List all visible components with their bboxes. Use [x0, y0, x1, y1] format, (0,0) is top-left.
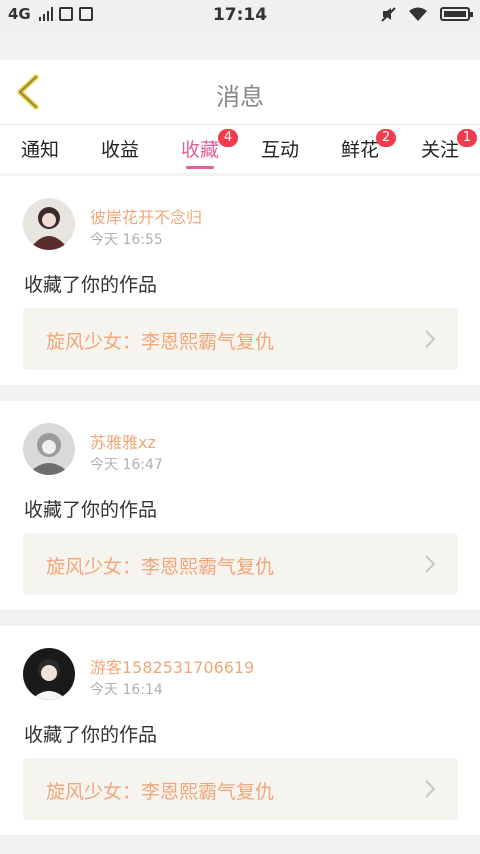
username[interactable]: 游客1582531706619 [90, 654, 254, 678]
flowers-badge: 2 [376, 129, 396, 147]
username[interactable]: 彼岸花开不念归 [90, 204, 202, 228]
tab-favorites[interactable]: 收藏 4 [160, 129, 240, 162]
tab-label: 关注 [420, 139, 459, 161]
tab-bar: 通知 收益 收藏 4 互动 鲜花 2 关注 1 [0, 125, 480, 173]
tab-label: 收益 [100, 139, 139, 161]
tab-interaction[interactable]: 互动 [240, 135, 320, 162]
follow-badge: 1 [457, 129, 477, 147]
work-link[interactable]: 旋风少女：李恩熙霸气复仇 [23, 758, 458, 820]
status-bar: 4G 17:14 [0, 0, 480, 30]
avatar[interactable] [23, 648, 75, 700]
timestamp: 今天 16:14 [90, 682, 163, 698]
tab-notice[interactable]: 通知 [0, 135, 80, 162]
tab-earnings[interactable]: 收益 [80, 135, 160, 162]
chevron-right-icon [425, 330, 436, 348]
status-right [380, 6, 473, 22]
tab-flowers[interactable]: 鲜花 2 [320, 129, 400, 162]
avatar[interactable] [23, 198, 75, 250]
timestamp: 今天 16:47 [90, 457, 163, 473]
work-link[interactable]: 旋风少女：李恩熙霸气复仇 [23, 308, 458, 370]
chevron-right-icon [425, 555, 436, 573]
work-title: 旋风少女：李恩熙霸气复仇 [46, 781, 275, 803]
tab-label: 收藏 [180, 139, 219, 161]
work-title: 旋风少女：李恩熙霸气复仇 [46, 556, 275, 578]
message-text: 收藏了你的作品 [24, 499, 158, 521]
tab-label: 鲜花 [340, 139, 379, 161]
work-title: 旋风少女：李恩熙霸气复仇 [46, 331, 275, 353]
tab-label: 通知 [20, 139, 59, 161]
wifi-icon [409, 7, 427, 21]
chevron-right-icon [425, 780, 436, 798]
active-tab-indicator [186, 166, 214, 169]
notification-card: 苏雅雅xz 今天 16:47 收藏了你的作品 旋风少女：李恩熙霸气复仇 [0, 401, 480, 610]
tab-follow[interactable]: 关注 1 [400, 129, 480, 162]
header: 消息 [0, 60, 480, 125]
timestamp: 今天 16:55 [90, 232, 163, 248]
username[interactable]: 苏雅雅xz [90, 429, 156, 453]
page-title: 消息 [216, 83, 264, 111]
work-link[interactable]: 旋风少女：李恩熙霸气复仇 [23, 533, 458, 595]
message-text: 收藏了你的作品 [24, 724, 158, 746]
tab-label: 互动 [260, 139, 299, 161]
notification-card: 彼岸花开不念归 今天 16:55 收藏了你的作品 旋风少女：李恩熙霸气复仇 [0, 176, 480, 385]
avatar[interactable] [23, 423, 75, 475]
battery-icon [440, 7, 473, 21]
message-text: 收藏了你的作品 [24, 274, 158, 296]
notification-card: 游客1582531706619 今天 16:14 收藏了你的作品 旋风少女：李恩… [0, 626, 480, 835]
mute-icon [381, 7, 396, 22]
favorites-badge: 4 [218, 129, 238, 147]
